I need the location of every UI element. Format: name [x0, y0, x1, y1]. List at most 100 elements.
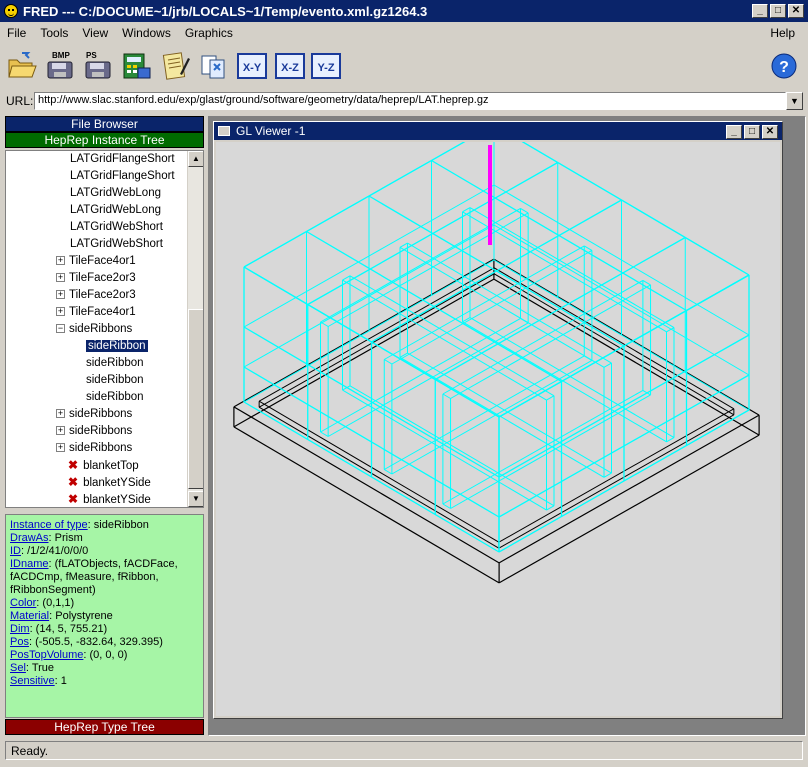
- save-bmp-icon[interactable]: BMP: [44, 50, 76, 82]
- menu-help[interactable]: Help: [763, 26, 802, 40]
- property-key-link[interactable]: Instance of type: [10, 519, 88, 531]
- view-yz-button[interactable]: Y-Z: [310, 50, 342, 82]
- property-key-link[interactable]: DrawAs: [10, 532, 49, 544]
- viewer-maximize-button[interactable]: □: [744, 125, 760, 139]
- menu-view[interactable]: View: [75, 26, 115, 40]
- tree-item[interactable]: LATGridWebShort: [70, 236, 163, 253]
- tree-item[interactable]: ✖ blanketTop: [68, 457, 139, 474]
- base-frame-edge: [233, 406, 500, 564]
- rib-edge: [327, 322, 529, 437]
- property-value: : (-505.5, -832.64, 329.395): [28, 636, 163, 648]
- rib-edge: [342, 275, 351, 281]
- url-bar: URL: http://www.slac.stanford.edu/exp/gl…: [0, 90, 808, 112]
- scroll-up-button[interactable]: ▲: [188, 151, 203, 167]
- tree-item[interactable]: LATGridWebLong: [70, 185, 161, 202]
- view-xy-button[interactable]: X-Y: [236, 50, 268, 82]
- tree-scrollbar[interactable]: ▲ ▼: [187, 151, 203, 507]
- maximize-button[interactable]: □: [770, 4, 786, 18]
- expand-icon[interactable]: +: [56, 290, 65, 300]
- view-xz-button[interactable]: X-Z: [274, 50, 306, 82]
- rib-edge: [462, 207, 471, 213]
- tree-item[interactable]: + sideRibbons: [56, 406, 132, 423]
- tree-item[interactable]: + TileFace4or1: [56, 253, 136, 270]
- menu-graphics[interactable]: Graphics: [178, 26, 240, 40]
- save-ps-icon[interactable]: PS: [82, 50, 114, 82]
- tree-item[interactable]: LATGridFlangeShort: [70, 151, 175, 168]
- tree-item[interactable]: LATGridFlangeShort: [70, 168, 175, 185]
- property-row: Color: (0,1,1): [10, 597, 199, 610]
- property-value: : Prism: [48, 532, 83, 544]
- tree-item[interactable]: LATGridWebLong: [70, 202, 161, 219]
- expand-icon[interactable]: +: [56, 273, 65, 283]
- property-value: : (14, 5, 755.21): [29, 623, 108, 635]
- gl-canvas[interactable]: [216, 124, 780, 716]
- tree-item[interactable]: sideRibbon: [86, 355, 144, 372]
- expand-icon[interactable]: +: [56, 307, 65, 317]
- tree-item[interactable]: + TileFace2or3: [56, 270, 136, 287]
- tree-item[interactable]: ✖ blanketYSide: [68, 474, 151, 491]
- property-key-link[interactable]: Sensitive: [10, 675, 55, 687]
- viewer-close-button[interactable]: ✕: [762, 125, 778, 139]
- window-title: FRED --- C:/DOCUME~1/jrb/LOCALS~1/Temp/e…: [23, 3, 428, 19]
- collapse-icon[interactable]: −: [56, 324, 65, 334]
- property-value: : Polystyrene: [49, 610, 113, 622]
- gl-viewer-title: GL Viewer -1: [236, 124, 306, 138]
- file-browser-header[interactable]: File Browser: [5, 116, 204, 132]
- tree-item[interactable]: ✖ blanketYSide: [68, 491, 151, 507]
- tree-item[interactable]: LATGridWebShort: [70, 219, 163, 236]
- open-folder-icon[interactable]: [6, 50, 38, 82]
- tree-item-label: sideRibbon: [86, 391, 144, 403]
- tree-item[interactable]: + sideRibbons: [56, 440, 132, 457]
- tree-item[interactable]: sideRibbon: [86, 338, 148, 355]
- expand-icon[interactable]: +: [56, 426, 65, 436]
- url-dropdown-button[interactable]: ▼: [786, 92, 803, 110]
- calculator-icon[interactable]: [120, 50, 152, 82]
- property-key-link[interactable]: IDname: [10, 558, 49, 570]
- property-key-link[interactable]: Pos: [10, 636, 29, 648]
- menu-bar: File Tools View Windows Graphics Help: [0, 22, 808, 44]
- base-frame-edge: [498, 414, 735, 549]
- invisible-x-icon: ✖: [68, 458, 79, 472]
- scroll-down-button[interactable]: ▼: [188, 491, 203, 507]
- menu-windows[interactable]: Windows: [115, 26, 178, 40]
- tree-item[interactable]: + TileFace2or3: [56, 287, 136, 304]
- property-key-link[interactable]: Color: [10, 597, 36, 609]
- property-key-link[interactable]: ID: [10, 545, 21, 557]
- property-key-link[interactable]: Sel: [10, 662, 26, 674]
- property-key-link[interactable]: PosTopVolume: [10, 649, 83, 661]
- menu-file[interactable]: File: [0, 26, 33, 40]
- tree-item[interactable]: + TileFace4or1: [56, 304, 136, 321]
- instance-tree-header[interactable]: HepRep Instance Tree: [5, 132, 204, 148]
- expand-icon[interactable]: +: [56, 409, 65, 419]
- property-key-link[interactable]: Dim: [10, 623, 30, 635]
- viewer-minimize-button[interactable]: _: [726, 125, 742, 139]
- tree-item[interactable]: − sideRibbons: [56, 321, 132, 338]
- close-button[interactable]: ✕: [788, 4, 804, 18]
- property-key-link[interactable]: Material: [10, 610, 49, 622]
- notepad-icon[interactable]: [160, 50, 192, 82]
- minimize-button[interactable]: _: [752, 4, 768, 18]
- url-input[interactable]: http://www.slac.stanford.edu/exp/glast/g…: [34, 92, 786, 110]
- help-icon[interactable]: ?: [770, 52, 798, 80]
- tree-item-label: sideRibbons: [69, 323, 133, 335]
- expand-icon[interactable]: +: [56, 443, 65, 453]
- rib-edge: [383, 469, 393, 475]
- tree-item-label: blanketYSide: [83, 477, 151, 489]
- xz-label: X-Z: [281, 62, 299, 74]
- documents-icon[interactable]: [198, 50, 230, 82]
- base-frame-edge: [498, 414, 760, 564]
- tree-item[interactable]: sideRibbon: [86, 372, 144, 389]
- base-frame-edge: [258, 273, 495, 408]
- scroll-thumb[interactable]: [188, 309, 203, 489]
- tree-item-label: sideRibbon: [86, 374, 144, 386]
- properties-panel: Instance of type: sideRibbon DrawAs: Pris…: [5, 514, 204, 718]
- type-tree-header[interactable]: HepRep Type Tree: [5, 719, 204, 735]
- tree-item[interactable]: sideRibbon: [86, 389, 144, 406]
- gl-viewer-titlebar[interactable]: GL Viewer -1 _ □ ✕: [214, 122, 782, 140]
- tree-item[interactable]: + sideRibbons: [56, 423, 132, 440]
- expand-icon[interactable]: +: [56, 256, 65, 266]
- window-system-icon[interactable]: [218, 126, 230, 136]
- status-text: Ready.: [5, 741, 803, 760]
- rib-edge: [520, 207, 529, 214]
- menu-tools[interactable]: Tools: [33, 26, 75, 40]
